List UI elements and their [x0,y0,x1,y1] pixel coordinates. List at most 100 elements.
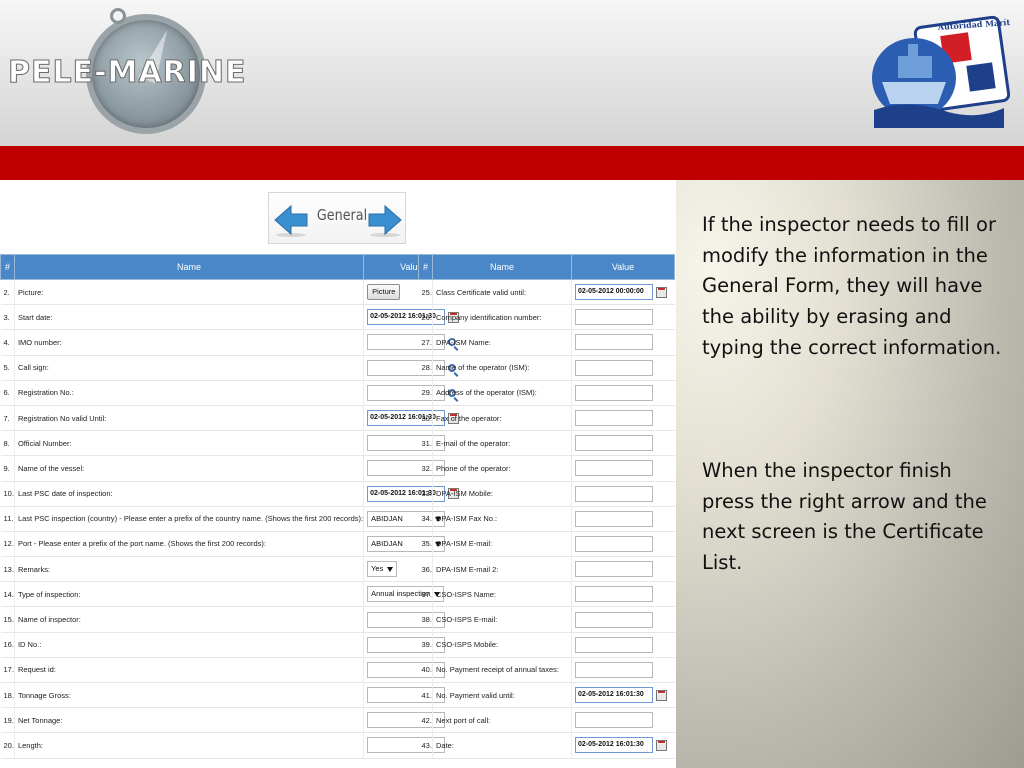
calendar-icon[interactable] [656,286,667,298]
form-row: 40. No. Payment receipt of annual taxes: [418,657,675,684]
field-select[interactable]: Yes [367,561,398,578]
instruction-paragraph-1: If the inspector needs to fill or modify… [702,213,1002,359]
column-header-number: # [418,254,433,280]
form-row: 33. DPA-ISM Mobile: [418,481,675,507]
field-value-cell [571,657,675,684]
text-input[interactable] [575,359,653,376]
form-row: 17. Request id: [0,657,460,684]
picture-button[interactable]: Picture [367,284,401,301]
row-number: 10. [0,481,15,507]
field-label: Phone of the operator: [432,455,572,482]
row-number: 27. [418,329,433,356]
field-label: DPA-ISM Name: [432,329,572,356]
field-value-cell [571,531,675,558]
row-number: 43. [418,732,433,759]
text-input[interactable] [575,561,653,578]
row-number: 31. [418,430,433,457]
text-input[interactable] [575,535,653,552]
column-header-name: Name [13,254,365,280]
field-value-cell [571,380,675,406]
instruction-paragraph-2: When the inspector finish press the righ… [702,459,987,575]
form-row: 35. DPA-ISM E-mail: [418,531,675,558]
date-input[interactable]: 02-05-2012 16:01:30 [575,687,653,704]
field-label: Last PSC date of inspection: [13,481,364,507]
form-row: 2. Picture: Picture [0,279,460,306]
date-input[interactable]: 02-05-2012 00:00:00 [575,284,653,301]
field-label: Type of inspection: [13,581,364,608]
text-input[interactable] [575,334,653,351]
row-number: 40. [418,657,433,684]
field-label: Port - Please enter a prefix of the port… [13,531,364,558]
next-arrow-icon[interactable] [367,203,403,237]
text-input[interactable] [575,460,653,477]
row-number: 19. [0,707,15,734]
form-row: 34. DPA-ISM Fax No.: [418,506,675,532]
form-row: 31. E-mail of the operator: [418,430,675,457]
field-label: Tonnage Gross: [13,682,364,709]
text-input[interactable] [575,636,653,653]
field-label: Length: [13,732,364,759]
form-row: 11. Last PSC inspection (country) - Pleas… [0,506,460,532]
field-label: Last PSC inspection (country) - Please e… [13,506,364,532]
form-row: 39. CSO-ISPS Mobile: [418,632,675,658]
calendar-icon[interactable] [656,739,667,751]
text-input[interactable] [575,410,653,427]
form-row: 14. Type of inspection: Annual inspection [0,581,460,608]
form-row: 4. IMO number: [0,329,460,356]
row-number: 3. [0,304,15,331]
field-value-cell [571,506,675,532]
text-input[interactable] [575,309,653,326]
field-label: DPA-ISM E-mail: [432,531,572,558]
row-number: 38. [418,606,433,633]
instructions-panel: If the inspector needs to fill or modify… [676,180,1024,768]
form-row: 37. CSO-ISPS Name: [418,581,675,608]
row-number: 39. [418,632,433,658]
field-label: Fax of the operator: [432,405,572,432]
field-value-cell: 02-05-2012 00:00:00 [571,279,675,306]
text-input[interactable] [575,384,653,401]
row-number: 34. [418,506,433,532]
form-row: 19. Net Tonnage: [0,707,460,734]
form-row: 43. Date: 02-05-2012 16:01:30 [418,732,675,759]
field-label: CSO-ISPS Name: [432,581,572,608]
row-number: 18. [0,682,15,709]
row-number: 6. [0,380,15,406]
form-row: 29. Address of the operator (ISM): [418,380,675,406]
field-value-cell [571,329,675,356]
text-input[interactable] [575,435,653,452]
chevron-down-icon [387,566,394,572]
field-value-cell [571,455,675,482]
row-number: 37. [418,581,433,608]
select-value: ABIDJAN [371,538,403,548]
form-row: 38. CSO-ISPS E-mail: [418,606,675,633]
form-row: 32. Phone of the operator: [418,455,675,482]
form-row: 18. Tonnage Gross: [0,682,460,709]
form-row: 42. Next port of call: [418,707,675,734]
form-row: 25. Class Certificate valid until: 02-05-2… [418,279,675,306]
date-input[interactable]: 02-05-2012 16:01:30 [575,737,653,754]
row-number: 36. [418,556,433,583]
calendar-icon[interactable] [656,689,667,701]
row-number: 12. [0,531,15,558]
field-label: Name of inspector: [13,606,364,633]
text-input[interactable] [575,712,653,729]
text-input[interactable] [575,510,653,527]
text-input[interactable] [575,661,653,678]
field-label: Registration No.: [13,380,364,406]
field-label: Company identification number: [432,304,572,331]
form-title: General [316,206,368,224]
field-value-cell: 02-05-2012 16:01:30 [571,682,675,709]
text-input[interactable] [575,485,653,502]
field-value-cell [571,355,675,381]
previous-arrow-icon[interactable] [273,203,309,237]
row-number: 9. [0,455,15,482]
field-value-cell [571,304,675,331]
text-input[interactable] [575,586,653,603]
maritime-authority-seal: Autoridad Marítima [872,16,1010,128]
form-row: 20. Length: [0,732,460,759]
row-number: 14. [0,581,15,608]
form-row: 26. Company identification number: [418,304,675,331]
text-input[interactable] [575,611,653,628]
field-label: Address of the operator (ISM): [432,380,572,406]
field-label: IMO number: [13,329,364,356]
